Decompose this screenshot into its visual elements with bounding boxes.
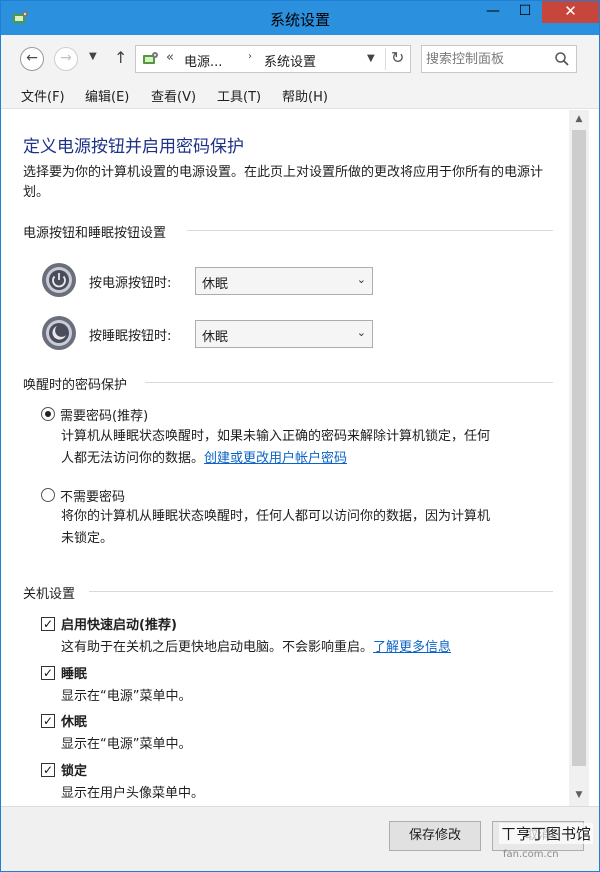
section-power-buttons: 电源按钮和睡眠按钮设置 (23, 226, 167, 241)
no-password-desc-line2: 未锁定。 (61, 531, 114, 546)
sleep-button-icon (42, 316, 76, 350)
scroll-thumb[interactable] (572, 130, 586, 766)
page-intro: 选择要为你的计算机设置的电源设置。在此页上对设置所做的更改将应用于你所有的电源计… (23, 165, 544, 200)
lock-label[interactable]: 锁定 (61, 760, 87, 779)
menu-tools[interactable]: 工具(T) (217, 86, 261, 105)
sleep-button-action-select[interactable]: 休眠 ⌄ (195, 320, 373, 348)
main-content: 定义电源按钮并启用密码保护 选择要为你的计算机设置的电源设置。在此页上对设置所做… (1, 110, 569, 806)
sleep-button-label: 按睡眠按钮时: (89, 329, 172, 344)
address-dropdown[interactable]: ▼ (367, 53, 375, 64)
fast-startup-label[interactable]: 启用快速启动(推荐) (61, 614, 177, 633)
fast-startup-desc: 这有助于在关机之后更快地启动电脑。不会影响重启。了解更多信息 (61, 636, 451, 655)
arrow-left-icon: ← (26, 50, 38, 66)
refresh-icon: ↻ (391, 48, 405, 67)
section-divider (187, 230, 553, 231)
learn-more-link[interactable]: 了解更多信息 (373, 640, 451, 655)
up-button[interactable]: ↑ (114, 48, 127, 67)
section-divider (145, 382, 553, 383)
watermark-text: ㄒ亨丁图书馆 (499, 823, 594, 844)
sleep-label[interactable]: 睡眠 (61, 663, 87, 682)
arrow-up-icon: ↑ (114, 48, 128, 67)
control-panel-icon (143, 52, 158, 64)
fast-startup-desc-text: 这有助于在关机之后更快地启动电脑。不会影响重启。 (61, 640, 374, 655)
power-button-action-value: 休眠 (202, 277, 229, 292)
title-bar[interactable]: 系统设置 — ☐ ✕ (1, 1, 599, 35)
arrow-right-icon: → (60, 50, 72, 66)
breadcrumb-overflow[interactable]: « (166, 50, 174, 65)
no-password-radio[interactable] (41, 488, 55, 502)
address-bar[interactable]: « 电源... › 系统设置 ▼ ↻ (135, 45, 411, 73)
triangle-down-icon: ▼ (575, 790, 583, 800)
menu-file[interactable]: 文件(F) (21, 86, 65, 105)
menu-edit[interactable]: 编辑(E) (85, 86, 129, 105)
vertical-scrollbar[interactable]: ▲ ▼ (569, 110, 589, 806)
breadcrumb-separator[interactable]: › (248, 51, 252, 62)
maximize-button[interactable]: ☐ (511, 1, 539, 23)
lock-checkbox[interactable]: ✓ (41, 763, 55, 777)
require-password-radio[interactable] (41, 407, 55, 421)
breadcrumb-power-options[interactable]: 电源... (184, 51, 222, 70)
search-input[interactable] (426, 49, 552, 69)
power-button-label: 按电源按钮时: (89, 276, 172, 291)
section-divider (89, 591, 553, 592)
power-button-icon (42, 263, 76, 297)
hibernate-label[interactable]: 休眠 (61, 711, 87, 730)
forward-button[interactable]: → (54, 47, 78, 71)
search-box[interactable] (421, 45, 577, 73)
minimize-button[interactable]: — (479, 1, 507, 23)
power-button-action-select[interactable]: 休眠 ⌄ (195, 267, 373, 295)
require-password-desc-line1: 计算机从睡眠状态唤醒时，如果未输入正确的密码来解除计算机锁定，任何 (61, 429, 491, 444)
menu-view[interactable]: 查看(V) (151, 86, 196, 105)
chevron-down-icon: ⌄ (356, 273, 366, 286)
breadcrumb-system-settings[interactable]: 系统设置 (264, 51, 316, 70)
address-toolbar: ← → ▼ ↑ « 电源... › 系统设置 ▼ ↻ (1, 35, 599, 81)
refresh-button[interactable]: ↻ (385, 48, 404, 70)
section-password-protection: 唤醒时的密码保护 (23, 378, 128, 393)
lock-desc: 显示在用户头像菜单中。 (61, 786, 205, 801)
menu-bar: 文件(F) 编辑(E) 查看(V) 工具(T) 帮助(H) (1, 81, 599, 109)
watermark-url: fan.com.cn (503, 849, 559, 860)
sleep-button-action-value: 休眠 (202, 330, 229, 345)
section-shutdown-settings: 关机设置 (23, 587, 76, 602)
menu-help[interactable]: 帮助(H) (282, 86, 328, 105)
require-password-desc-line2-wrap: 人都无法访问你的数据。创建或更改用户帐户密码 (61, 448, 557, 470)
close-button[interactable]: ✕ (542, 1, 599, 23)
search-icon (555, 52, 569, 66)
no-password-label[interactable]: 不需要密码 (60, 486, 125, 505)
chevron-down-icon: ⌄ (356, 326, 366, 339)
chevron-down-icon: ▼ (367, 53, 375, 64)
settings-window: 系统设置 — ☐ ✕ ← → ▼ ↑ « 电源... › 系统设置 ▼ ↻ 搜索… (0, 0, 600, 872)
no-password-desc: 将你的计算机从睡眠状态唤醒时，任何人都可以访问你的数据，因为计算机 未锁定。 (61, 506, 557, 550)
require-password-desc: 计算机从睡眠状态唤醒时，如果未输入正确的密码来解除计算机锁定，任何 人都无法访问… (61, 426, 557, 470)
chevron-down-icon: ▼ (89, 51, 97, 62)
require-password-desc-line2: 人都无法访问你的数据。 (61, 451, 205, 466)
fast-startup-checkbox[interactable]: ✓ (41, 617, 55, 631)
change-password-link[interactable]: 创建或更改用户帐户密码 (204, 451, 347, 466)
scroll-down-button[interactable]: ▼ (569, 786, 589, 804)
recent-locations-dropdown[interactable]: ▼ (89, 51, 97, 62)
require-password-label[interactable]: 需要密码(推荐) (60, 405, 148, 424)
triangle-up-icon: ▲ (575, 114, 583, 124)
save-changes-button[interactable]: 保存修改 (389, 821, 481, 851)
no-password-desc-line1: 将你的计算机从睡眠状态唤醒时，任何人都可以访问你的数据，因为计算机 (61, 509, 491, 524)
sleep-checkbox[interactable]: ✓ (41, 666, 55, 680)
back-button[interactable]: ← (20, 47, 44, 71)
hibernate-desc: 显示在“电源”菜单中。 (61, 737, 192, 752)
sleep-desc: 显示在“电源”菜单中。 (61, 689, 192, 704)
scroll-up-button[interactable]: ▲ (569, 110, 589, 128)
hibernate-checkbox[interactable]: ✓ (41, 714, 55, 728)
page-title: 定义电源按钮并启用密码保护 (23, 137, 244, 157)
window-title: 系统设置 (269, 11, 330, 29)
